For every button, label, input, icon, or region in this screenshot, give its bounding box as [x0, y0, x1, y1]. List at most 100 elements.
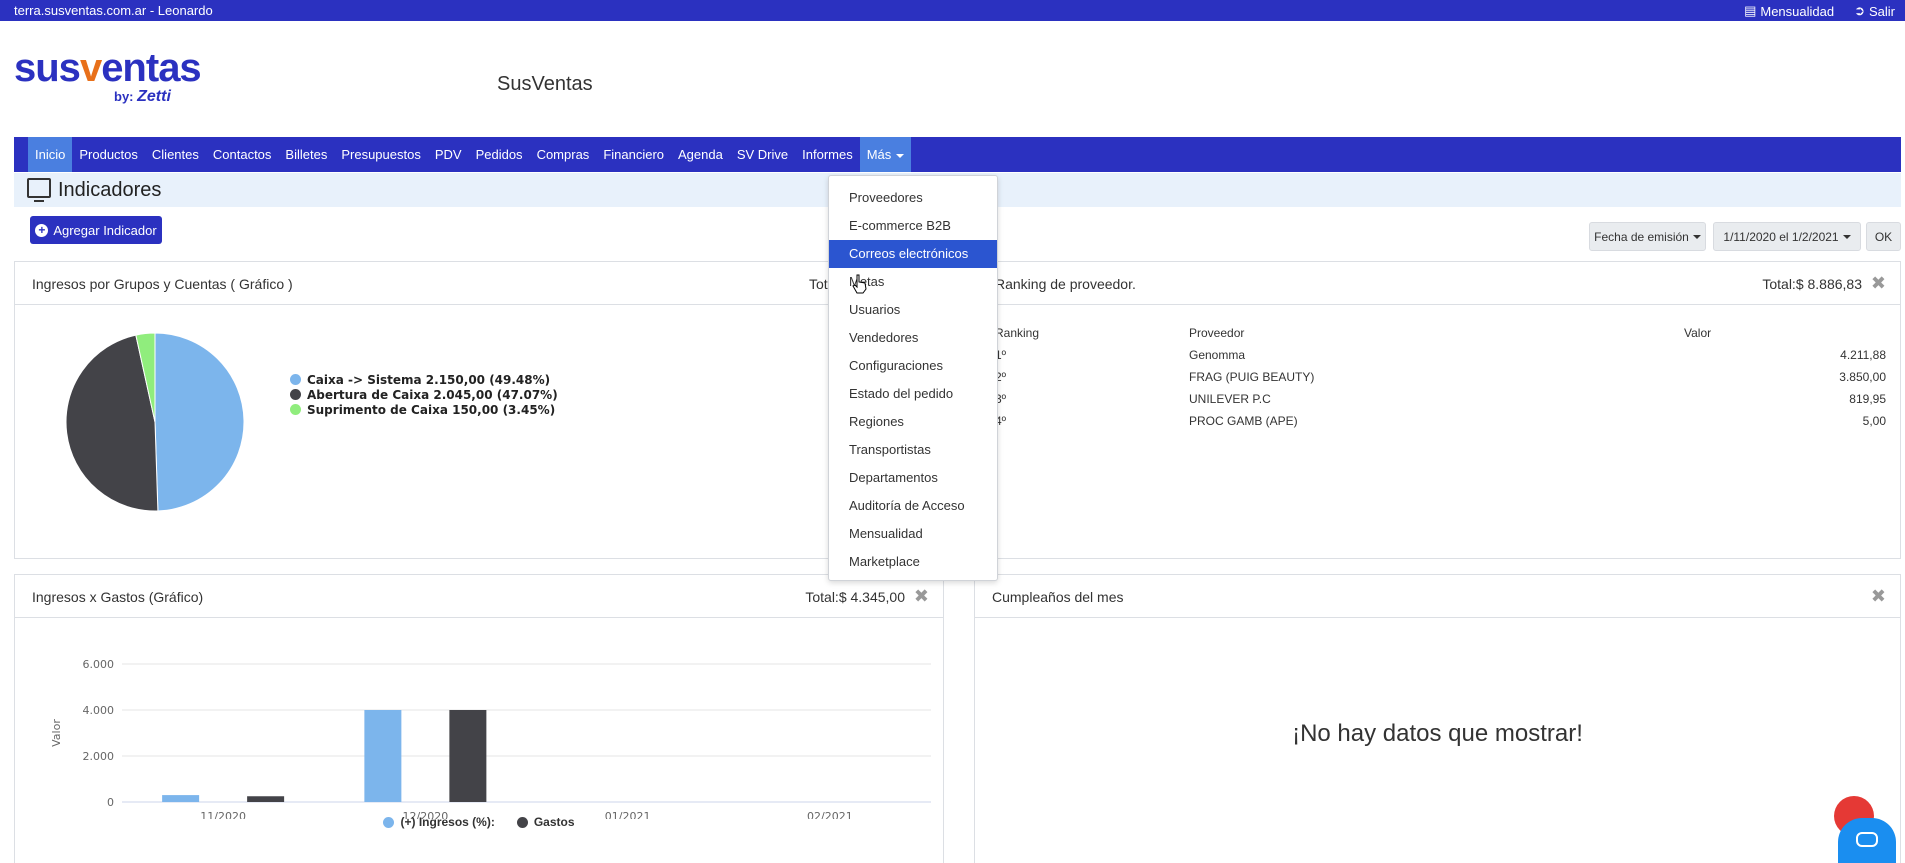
bar[interactable] — [247, 796, 285, 802]
app-title: SusVentas — [497, 73, 593, 95]
legend-dot — [383, 816, 395, 828]
birthday-card-title: Cumpleaños del mes — [992, 589, 1124, 605]
ranking-table: Ranking Proveedor Valor 1º Genomma 4.211,8… — [975, 322, 1900, 432]
hand-cursor-icon — [852, 274, 867, 294]
legend-dot — [290, 374, 301, 385]
ranking-card-total: Total:$ 8.886,83 — [1762, 276, 1862, 292]
logo[interactable]: susventas by: Zetti — [14, 48, 202, 105]
bar-card-total: Total:$ 4.345,00 — [805, 589, 905, 605]
menu-item[interactable]: Auditoría de Acceso — [829, 492, 997, 520]
legend-item[interactable]: Abertura de Caixa 2.045,00 (47.07%) — [290, 387, 558, 402]
value-cell: 819,95 — [1849, 392, 1886, 406]
empty-message: ¡No hay datos que mostrar! — [1292, 720, 1583, 747]
legend-item[interactable]: (+) Ingresos (%): — [383, 815, 495, 829]
menu-item[interactable]: Correos electrónicos — [829, 240, 997, 268]
menu-item[interactable]: Configuraciones — [829, 352, 997, 380]
nav-item-billetes[interactable]: Billetes — [278, 137, 334, 172]
y-tick-label: 4.000 — [83, 704, 115, 717]
close-icon[interactable]: ✖ — [1871, 586, 1886, 607]
bar[interactable] — [449, 710, 487, 802]
nav-item-contactos[interactable]: Contactos — [206, 137, 279, 172]
top-bar: terra.susventas.com.ar - Leonardo ▤ Mensu… — [0, 0, 1905, 21]
bar-card: Ingresos x Gastos (Gráfico) Total:$ 4.34… — [14, 574, 944, 863]
table-row: 3º UNILEVER P.C 819,95 — [975, 388, 1900, 410]
chat-button[interactable] — [1838, 818, 1896, 863]
mensualidad-link[interactable]: ▤ Mensualidad — [1744, 3, 1834, 19]
menu-item[interactable]: Mensualidad — [829, 520, 997, 548]
add-indicator-button[interactable]: + Agregar Indicador — [30, 216, 162, 244]
logout-icon: ➲ — [1854, 3, 1865, 18]
pie-card-title: Ingresos por Grupos y Cuentas ( Gráfico … — [32, 276, 293, 292]
main-nav: Inicio Productos Clientes Contactos Billetes… — [14, 137, 1901, 172]
pie-legend: Caixa -> Sistema 2.150,00 (49.48%) Abertu… — [290, 372, 558, 417]
nav-item-más[interactable]: Más — [859, 137, 912, 172]
y-tick-label: 0 — [107, 796, 114, 809]
pie-card: Ingresos por Grupos y Cuentas ( Gráfico … — [14, 261, 944, 559]
nav-item-clientes[interactable]: Clientes — [145, 137, 206, 172]
provider-cell: FRAG (PUIG BEAUTY) — [1189, 370, 1315, 384]
date-type-dropdown[interactable]: Fecha de emisión — [1589, 222, 1706, 251]
menu-item[interactable]: Departamentos — [829, 464, 997, 492]
more-dropdown-menu: Proveedores E-commerce B2B Correos electró… — [828, 175, 998, 581]
menu-item[interactable]: Marketplace — [829, 548, 997, 576]
site-label: terra.susventas.com.ar - Leonardo — [14, 3, 213, 18]
menu-item[interactable]: E-commerce B2B — [829, 212, 997, 240]
menu-item[interactable]: Proveedores — [829, 184, 997, 212]
bar[interactable] — [162, 795, 200, 802]
provider-cell: Genomma — [1189, 348, 1246, 362]
nav-item-sv-drive[interactable]: SV Drive — [730, 137, 795, 172]
pie-card-total: Tot — [809, 276, 828, 292]
pie-slice[interactable] — [154, 332, 245, 512]
provider-cell: UNILEVER P.C — [1189, 392, 1271, 406]
chat-icon — [1856, 832, 1878, 847]
table-row: 2º FRAG (PUIG BEAUTY) 3.850,00 — [975, 366, 1900, 388]
legend-dot — [290, 404, 301, 415]
menu-item[interactable]: Vendedores — [829, 324, 997, 352]
nav-item-inicio[interactable]: Inicio — [28, 137, 73, 172]
page-title: Indicadores — [58, 179, 162, 201]
dashboard-icon — [27, 178, 51, 202]
legend-item[interactable]: Caixa -> Sistema 2.150,00 (49.48%) — [290, 372, 558, 387]
nav-item-financiero[interactable]: Financiero — [596, 137, 671, 172]
bar-legend: (+) Ingresos (%): Gastos — [15, 815, 943, 829]
ranking-card-title: Ranking de proveedor. — [995, 276, 1136, 292]
y-axis-label: Valor — [50, 719, 63, 747]
nav-item-agenda[interactable]: Agenda — [671, 137, 730, 172]
bar[interactable] — [364, 710, 402, 802]
plus-circle-icon: + — [35, 223, 49, 237]
legend-item[interactable]: Gastos — [516, 815, 575, 829]
menu-item[interactable]: Regiones — [829, 408, 997, 436]
legend-dot — [516, 816, 528, 828]
table-header: Ranking Proveedor Valor — [995, 326, 1712, 340]
nav-item-compras[interactable]: Compras — [530, 137, 597, 172]
table-row: 4º PROC GAMB (APE) 5,00 — [975, 410, 1900, 432]
ok-button[interactable]: OK — [1866, 222, 1901, 251]
menu-item[interactable]: Transportistas — [829, 436, 997, 464]
pie-chart — [65, 332, 245, 512]
legend-dot — [290, 389, 301, 400]
close-icon[interactable]: ✖ — [914, 586, 929, 607]
legend-item[interactable]: Suprimento de Caixa 150,00 (3.45%) — [290, 402, 558, 417]
nav-item-productos[interactable]: Productos — [72, 137, 145, 172]
date-range-dropdown[interactable]: 1/11/2020 el 1/2/2021 — [1713, 222, 1861, 251]
nav-item-pdv[interactable]: PDV — [428, 137, 469, 172]
credit-card-icon: ▤ — [1744, 3, 1757, 18]
y-tick-label: 2.000 — [83, 750, 115, 763]
birthday-card: Cumpleaños del mes ✖ ¡No hay datos que m… — [974, 574, 1901, 863]
table-row: 1º Genomma 4.211,88 — [975, 344, 1900, 366]
nav-item-pedidos[interactable]: Pedidos — [469, 137, 530, 172]
bar-card-title: Ingresos x Gastos (Gráfico) — [32, 589, 204, 605]
ranking-card: Ranking de proveedor. Total:$ 8.886,83 ✖… — [974, 261, 1901, 559]
menu-item[interactable]: Usuarios — [829, 296, 997, 324]
menu-item[interactable]: Estado del pedido — [829, 380, 997, 408]
value-cell: 5,00 — [1862, 414, 1886, 428]
nav-item-informes[interactable]: Informes — [795, 137, 860, 172]
nav-item-presupuestos[interactable]: Presupuestos — [334, 137, 428, 172]
close-icon[interactable]: ✖ — [1871, 273, 1886, 294]
caret-down-icon — [1842, 234, 1851, 239]
provider-cell: PROC GAMB (APE) — [1189, 414, 1298, 428]
value-cell: 4.211,88 — [1840, 348, 1886, 362]
caret-down-icon — [896, 153, 905, 158]
y-tick-label: 6.000 — [83, 658, 115, 671]
logout-link[interactable]: ➲ Salir — [1854, 3, 1895, 19]
